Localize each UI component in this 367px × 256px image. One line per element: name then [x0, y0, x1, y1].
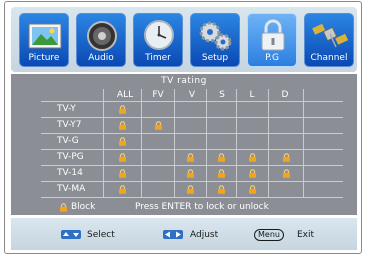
tab-label: P.G	[265, 53, 279, 63]
adjust-hint: Adjust	[190, 230, 219, 240]
lock-icon[interactable]	[248, 153, 257, 162]
tab-label: Setup	[201, 53, 229, 63]
grid-line	[41, 101, 343, 102]
tab-channel[interactable]: Channel	[304, 13, 354, 67]
row-label-tv-g: TV-G	[57, 136, 79, 146]
lock-icon[interactable]	[186, 185, 195, 194]
lock-icon[interactable]	[186, 153, 195, 162]
row-label-tv-ma: TV-MA	[57, 184, 86, 194]
lock-icon[interactable]	[118, 169, 127, 178]
menu-tab-bar: Picture Audio Timer Setup P.G Channel	[11, 7, 357, 72]
grid-line	[41, 197, 343, 198]
tab-parental-guide[interactable]: P.G	[247, 13, 297, 67]
lock-icon[interactable]	[186, 169, 195, 178]
clock-icon	[144, 20, 174, 50]
row-label-tv-y7: TV-Y7	[57, 120, 82, 130]
tv-rating-panel: TV rating ALL FV V S L D TV-Y TV-Y7 TV-G…	[11, 74, 357, 215]
picture-icon	[28, 23, 62, 49]
grid-line	[303, 89, 304, 198]
padlock-icon	[261, 19, 285, 51]
speaker-icon	[87, 21, 117, 51]
lock-icon	[60, 203, 67, 212]
column-header-all: ALL	[116, 90, 134, 100]
panel-title: TV rating	[161, 76, 207, 86]
tab-audio[interactable]: Audio	[76, 13, 126, 67]
lock-icon[interactable]	[217, 169, 226, 178]
grid-line	[41, 117, 343, 118]
row-label-tv-pg: TV-PG	[57, 152, 84, 162]
tab-label: Picture	[28, 53, 60, 63]
lock-icon[interactable]	[154, 121, 163, 130]
grid-line	[206, 89, 207, 198]
grid-line	[41, 181, 343, 182]
up-down-keys-icon	[61, 230, 81, 239]
lock-icon[interactable]	[248, 185, 257, 194]
tab-label: Timer	[145, 53, 171, 63]
instruction-text: Press ENTER to lock or unlock	[135, 202, 269, 212]
exit-hint: Exit	[297, 230, 315, 240]
row-label-tv-14: TV-14	[57, 168, 83, 178]
lock-icon[interactable]	[118, 185, 127, 194]
lock-icon[interactable]	[118, 137, 127, 146]
lock-icon[interactable]	[282, 169, 291, 178]
satellite-icon	[312, 23, 349, 48]
lock-icon[interactable]	[118, 105, 127, 114]
hint-bar: Select Adjust Menu Exit	[11, 218, 357, 250]
menu-key-icon: Menu	[254, 229, 284, 241]
left-right-keys-icon	[163, 230, 183, 239]
tab-label: Audio	[88, 53, 114, 63]
column-header-d: D	[281, 90, 289, 100]
lock-icon[interactable]	[282, 153, 291, 162]
gears-icon	[199, 21, 232, 51]
column-header-v: V	[188, 90, 196, 100]
grid-line	[236, 89, 237, 198]
row-label-tv-y: TV-Y	[57, 104, 76, 114]
tab-picture[interactable]: Picture	[19, 13, 69, 67]
lock-icon[interactable]	[217, 185, 226, 194]
grid-line	[41, 165, 343, 166]
tab-label: Channel	[310, 53, 348, 63]
tab-timer[interactable]: Timer	[133, 13, 183, 67]
select-hint: Select	[87, 230, 115, 240]
column-header-l: L	[249, 90, 255, 100]
grid-line	[41, 133, 343, 134]
lock-icon[interactable]	[248, 169, 257, 178]
grid-line	[141, 89, 142, 198]
grid-line	[103, 89, 104, 198]
lock-icon[interactable]	[217, 153, 226, 162]
column-header-fv: FV	[152, 90, 164, 100]
grid-line	[174, 89, 175, 198]
tv-osd-screen: Picture Audio Timer Setup P.G Channel TV…	[4, 1, 362, 254]
grid-line	[268, 89, 269, 198]
column-header-s: S	[219, 90, 225, 100]
lock-icon[interactable]	[118, 121, 127, 130]
lock-icon[interactable]	[118, 153, 127, 162]
tab-setup[interactable]: Setup	[190, 13, 240, 67]
grid-line	[41, 149, 343, 150]
legend-label: Block	[71, 202, 96, 212]
